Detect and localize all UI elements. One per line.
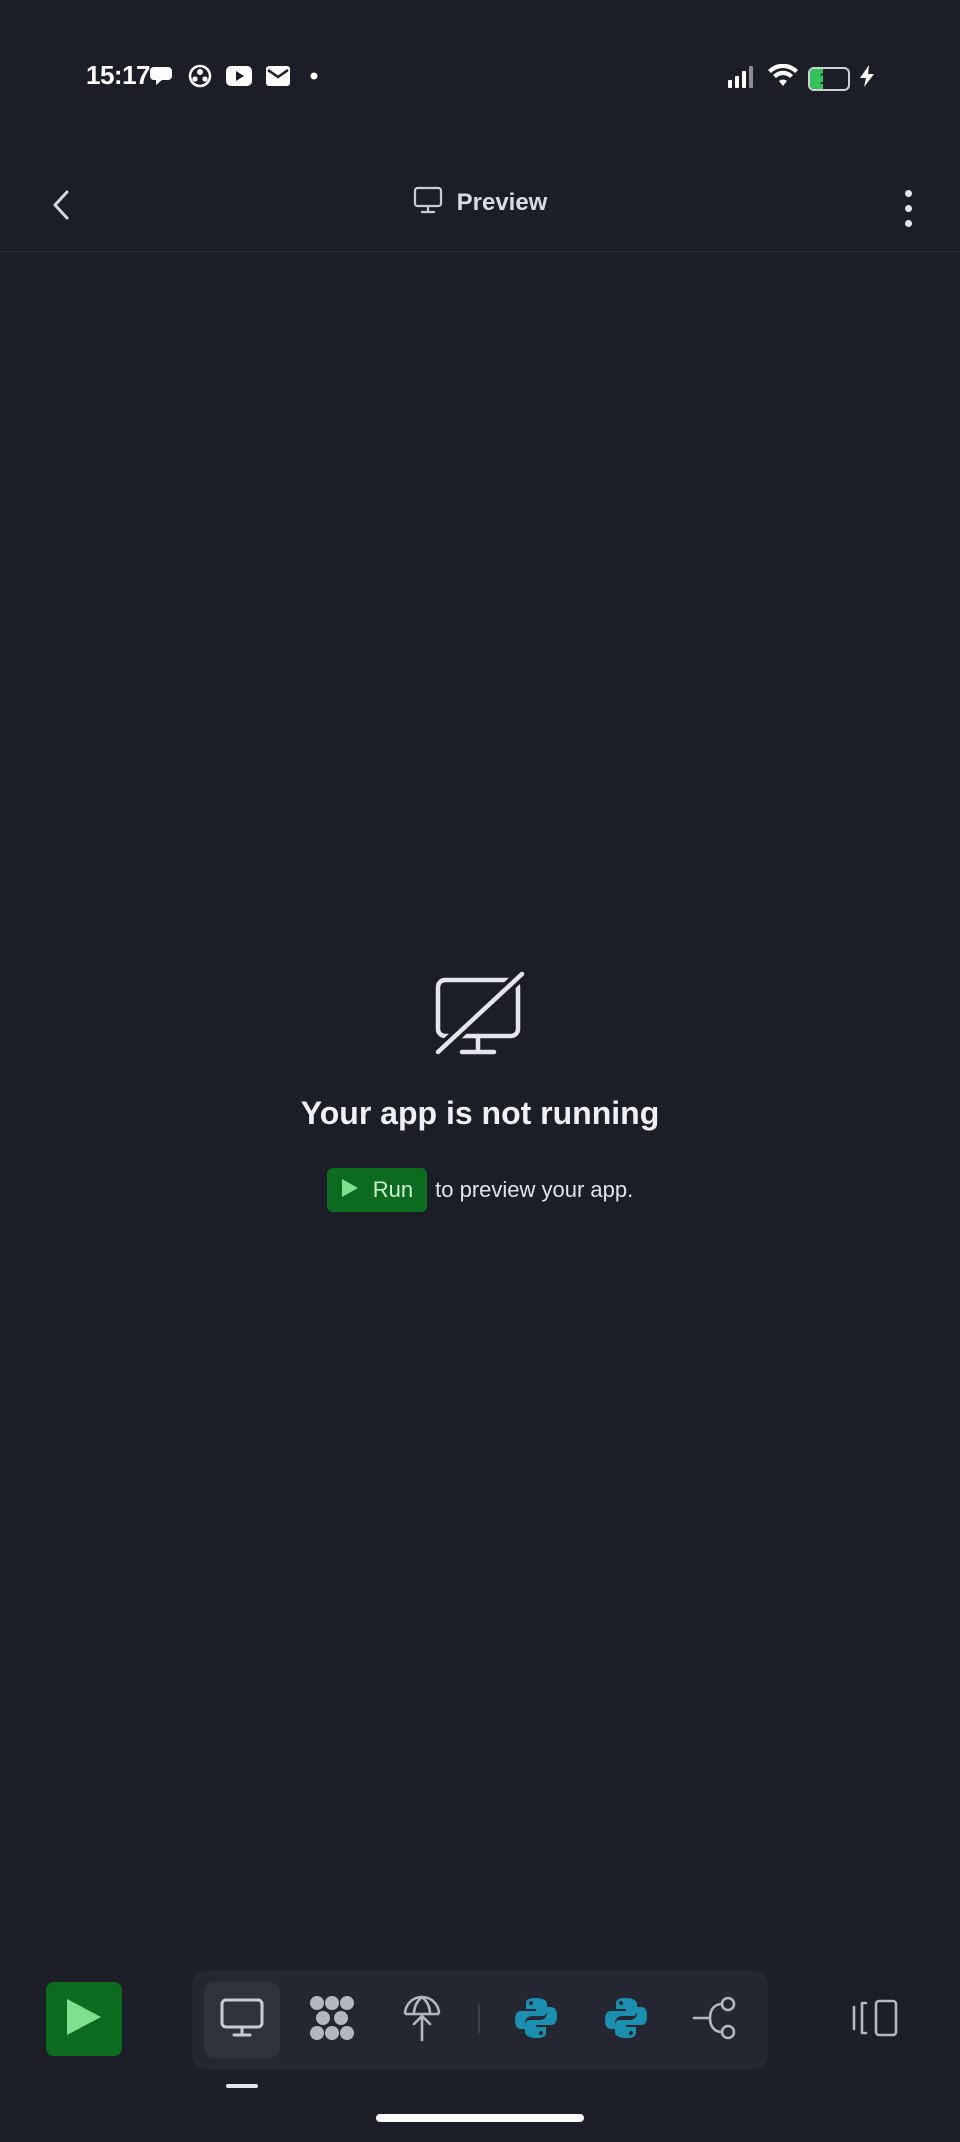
python-icon: [604, 1996, 648, 2045]
monitor-icon: [413, 186, 443, 219]
tab-python-file-1[interactable]: [498, 1982, 574, 2058]
active-tab-indicator: [226, 2084, 258, 2088]
git-branch-icon: [692, 1996, 740, 2045]
notification-icons: [150, 64, 324, 88]
monitor-off-icon: [430, 966, 530, 1063]
play-icon: [341, 1178, 359, 1203]
page-title: Preview: [456, 188, 548, 216]
header: Preview: [0, 160, 960, 252]
tab-agent[interactable]: [294, 1982, 370, 2058]
charging-bolt-icon: [860, 65, 874, 92]
chat-bubble-icon: [150, 65, 174, 87]
tab-git[interactable]: [678, 1982, 754, 2058]
status-time: 15:17: [86, 60, 151, 90]
youtube-icon: [226, 66, 252, 86]
python-icon: [514, 1996, 558, 2045]
empty-state-title: Your app is not running: [300, 1095, 660, 1131]
status-right: 16: [728, 63, 874, 93]
more-dot-icon: [904, 219, 912, 227]
agent-cluster-icon: [308, 1994, 356, 2047]
soccer-ball-icon: [188, 64, 212, 88]
tool-tabs: [192, 1970, 768, 2070]
monitor-icon: [220, 1998, 264, 2043]
run-hint-text: to preview your app.: [435, 1177, 634, 1202]
status-bar: 15:17 16: [0, 50, 960, 106]
dot-icon: [304, 66, 324, 86]
home-indicator[interactable]: [376, 2114, 584, 2122]
pane-layout-button[interactable]: [846, 1996, 906, 2044]
header-title: Preview: [0, 186, 960, 219]
more-options-button[interactable]: [888, 182, 928, 234]
signal-icon: [728, 64, 758, 93]
battery-level: 16: [819, 68, 839, 88]
toolbar-divider: [478, 2004, 480, 2034]
tab-python-file-2[interactable]: [588, 1982, 664, 2058]
wifi-icon: [768, 63, 798, 93]
run-label: Run: [372, 1177, 414, 1202]
more-dot-icon: [904, 189, 912, 197]
empty-state: Your app is not running Run to preview y…: [0, 966, 960, 1212]
run-hint: Run to preview your app.: [326, 1168, 634, 1212]
pane-layout-icon: [852, 1999, 900, 2042]
tab-preview[interactable]: [204, 1982, 280, 2058]
app-screen: 15:17 16 Preview Your app is not running…: [0, 0, 960, 2142]
tab-deploy[interactable]: [384, 1982, 460, 2058]
mail-icon: [266, 66, 290, 86]
battery-icon: 16: [808, 66, 850, 91]
more-dot-icon: [904, 204, 912, 212]
run-button[interactable]: [46, 1982, 122, 2056]
play-icon: [65, 1997, 103, 2042]
deploy-parachute-icon: [402, 1994, 442, 2047]
run-inline-button[interactable]: Run: [326, 1168, 428, 1212]
